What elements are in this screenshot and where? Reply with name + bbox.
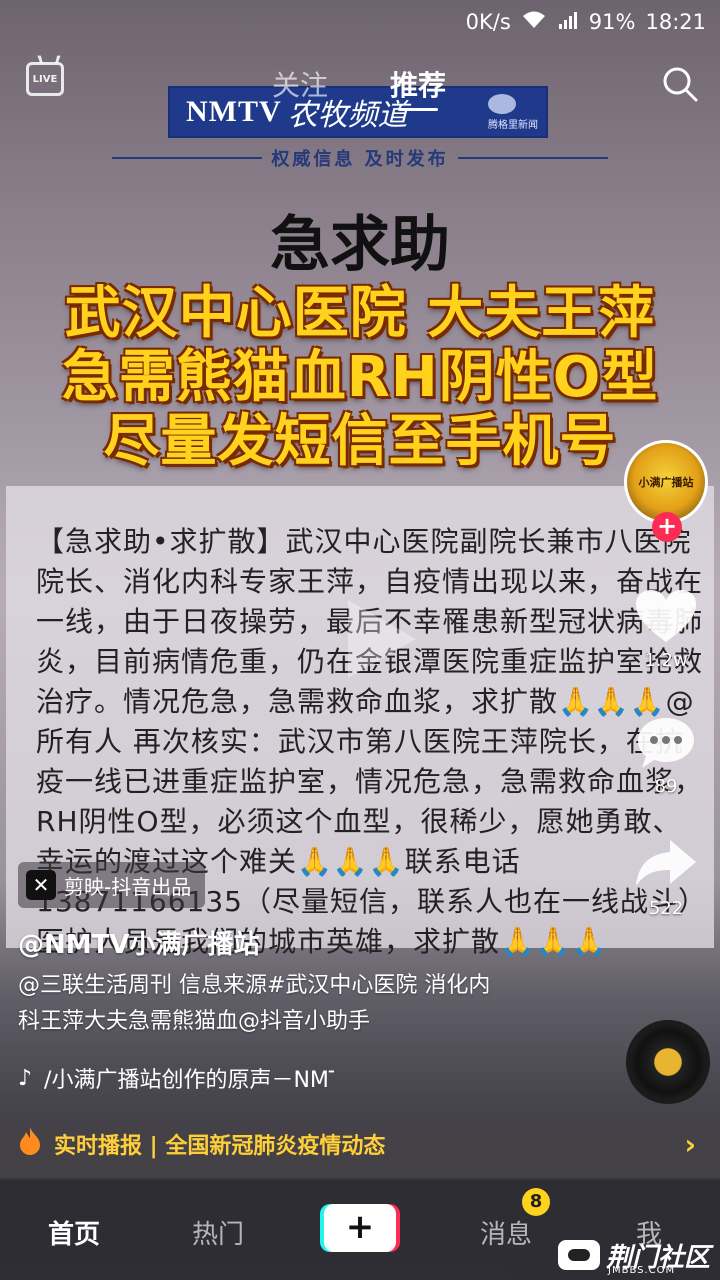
music-title: /小满广播站创作的原声－NMTV小满广播站 [44,1068,335,1093]
signal-icon [557,10,579,35]
clock: 18:21 [645,10,706,34]
messages-badge: 8 [522,1188,550,1216]
share-icon [634,840,698,896]
tab-follow[interactable]: 关注 [272,64,328,104]
comment-count: 89 [654,776,678,797]
comment-icon [634,718,698,774]
author-name[interactable]: @NMTV小满广播站 [18,924,260,961]
nav-hot[interactable]: 热门 [192,1214,244,1251]
music-disc-icon[interactable] [626,1020,710,1104]
create-button[interactable]: + [324,1204,396,1252]
hot-topic-bar[interactable]: 实时播报 | 全国新冠肺炎疫情动态 › [0,1110,720,1178]
capcut-icon: ✕ [26,870,56,900]
status-bar: 0K/s 91% 18:21 [0,0,720,44]
capcut-badge[interactable]: ✕ 剪映-抖音出品 [18,862,206,908]
banner-slogan: 权威信息 及时发布 [112,146,608,170]
nav-messages[interactable]: 消息 [480,1214,532,1251]
slogan-text: 权威信息 及时发布 [271,149,449,170]
live-label: LIVE [32,73,58,85]
follow-button[interactable]: + [652,512,682,542]
like-button[interactable]: 1.2w [624,588,708,671]
caption-line[interactable]: 科王萍大夫急需熊猫血@抖音小助手 [18,1004,578,1040]
active-tab-indicator [398,108,438,111]
capcut-label: 剪映-抖音出品 [64,874,192,899]
search-icon[interactable] [662,66,698,102]
music-note-icon: ♪ [18,1065,33,1091]
watermark-subtext: JMBBS.COM [608,1265,676,1276]
fire-icon [18,1126,42,1163]
share-count: 522 [648,898,684,919]
chevron-right-icon: › [684,1128,696,1161]
network-speed: 0K/s [465,10,511,34]
headline-line: 武汉中心医院 大夫王萍 [64,281,656,346]
watermark-logo-icon [558,1240,600,1270]
author-avatar[interactable]: 小满广播站 + [624,440,708,542]
music-row[interactable]: ♪ /小满广播站创作的原声－NMTV小满广播站 [18,1062,334,1094]
headline-line: 尽量发短信至手机号 [103,409,617,474]
tab-recommend[interactable]: 推荐 [390,64,446,104]
partner-name: 腾格里新闻 [488,120,538,131]
top-navigation: LIVE 关注 推荐 [0,52,720,112]
share-button[interactable]: 522 [624,836,708,919]
nav-home[interactable]: 首页 [48,1214,100,1251]
video-caption: @三联生活周刊 信息来源#武汉中心医院 消化内 科王萍大夫急需熊猫血@抖音小助手 [18,968,578,1040]
wifi-icon [521,10,547,35]
video-headline: 武汉中心医院 大夫王萍 急需熊猫血RH阴性O型 尽量发短信至手机号 [40,282,680,474]
comment-button[interactable]: 89 [624,714,708,797]
headline-line: 急需熊猫血RH阴性O型 [61,345,659,410]
like-count: 1.2w [644,650,688,671]
caption-line[interactable]: @三联生活周刊 信息来源#武汉中心医院 消化内 [18,968,578,1004]
urgent-title: 急求助 [270,210,450,280]
avatar-label: 小满广播站 [638,476,694,489]
hot-topic-text: 实时播报 | 全国新冠肺炎疫情动态 [54,1134,386,1159]
heart-icon [634,590,698,648]
play-icon[interactable] [340,596,420,682]
live-icon[interactable]: LIVE [26,62,64,96]
battery-level: 91% [588,10,636,34]
